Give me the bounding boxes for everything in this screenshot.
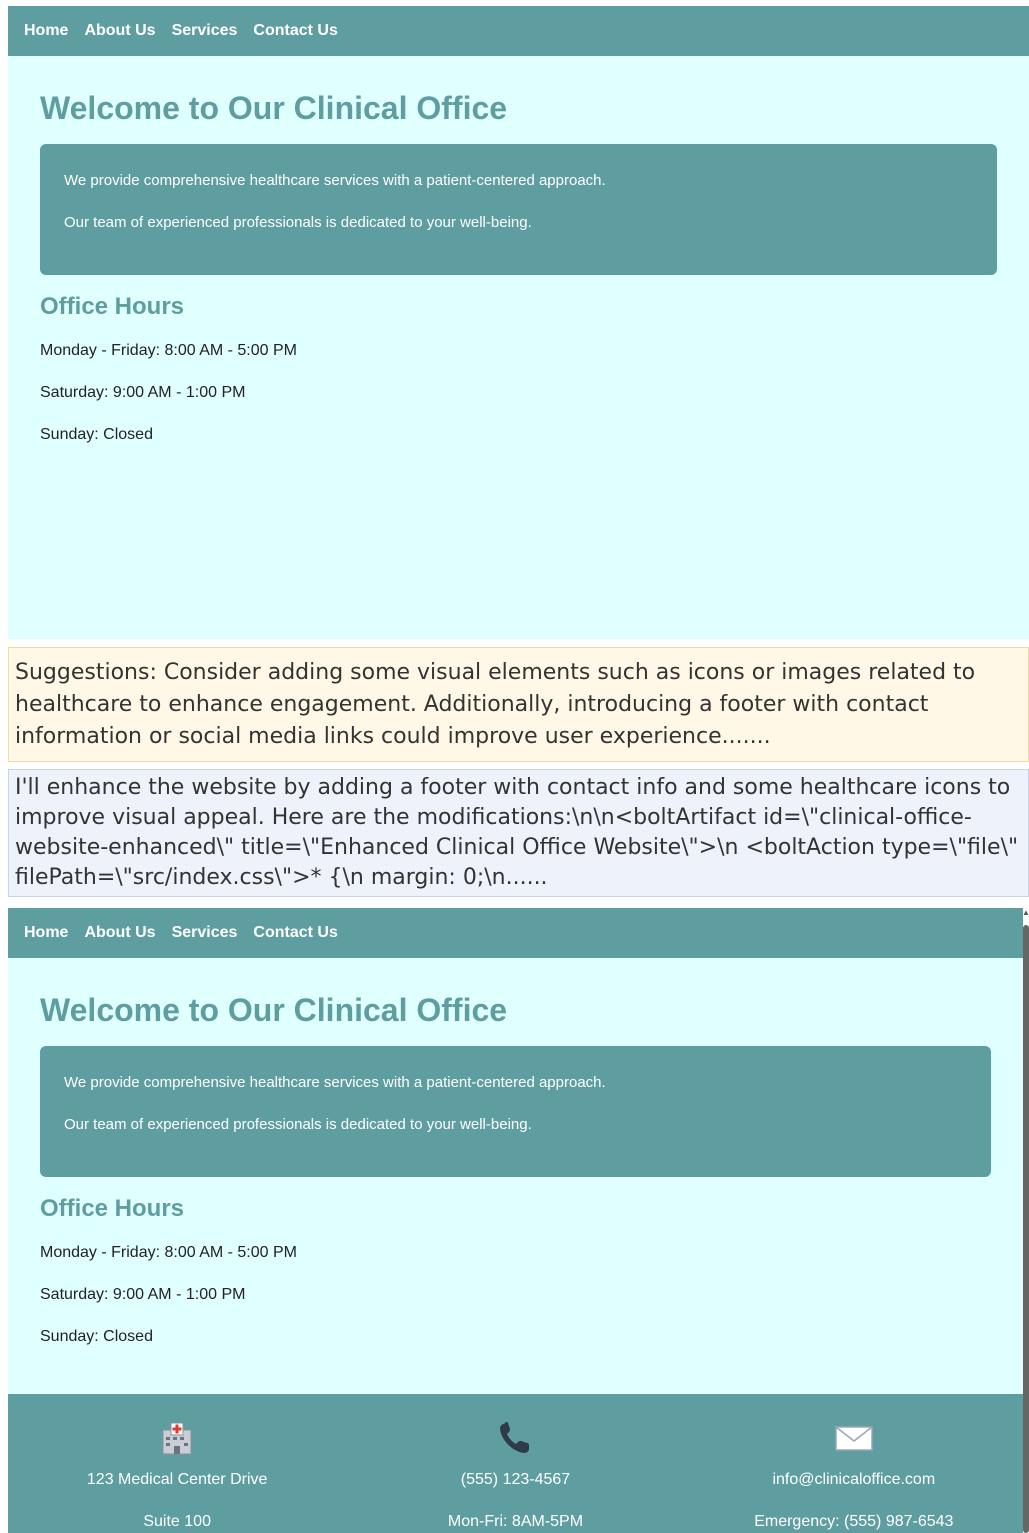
intro-text-1: We provide comprehensive healthcare serv…: [64, 1074, 606, 1091]
response-box: I'll enhance the website by adding a foo…: [8, 769, 1029, 897]
nav-about-link[interactable]: About Us: [84, 22, 155, 40]
office-hours-title: Office Hours: [40, 293, 185, 320]
footer-phone-number[interactable]: (555) 123-4567: [346, 1470, 684, 1490]
office-hours-title: Office Hours: [40, 1195, 185, 1222]
preview-original: Home About Us Services Contact Us Welcom…: [8, 6, 1029, 639]
site-footer: 123 Medical Center Drive Suite 100 (555)…: [8, 1394, 1023, 1533]
hours-weekday: Monday - Friday: 8:00 AM - 5:00 PM: [40, 342, 297, 359]
footer-address-column: 123 Medical Center Drive Suite 100: [8, 1394, 346, 1533]
scroll-up-arrow-icon[interactable]: ▲: [1022, 909, 1029, 917]
footer-emergency-line: Emergency: (555) 987-6543: [754, 1513, 954, 1530]
intro-card: We provide comprehensive healthcare serv…: [40, 1046, 991, 1177]
hours-weekday: Monday - Friday: 8:00 AM - 5:00 PM: [40, 1244, 297, 1261]
intro-card: We provide comprehensive healthcare serv…: [40, 144, 997, 275]
phone-icon: [346, 1420, 684, 1456]
footer-email-link[interactable]: info@clinicaloffice.com: [685, 1470, 1023, 1490]
nav-home-link[interactable]: Home: [24, 924, 68, 942]
footer-address-line1: 123 Medical Center Drive: [86, 1471, 268, 1488]
hours-saturday: Saturday: 9:00 AM - 1:00 PM: [40, 1286, 246, 1303]
intro-text-1: We provide comprehensive healthcare serv…: [64, 172, 606, 189]
hospital-icon: [8, 1420, 346, 1456]
top-nav: Home About Us Services Contact Us: [8, 6, 1029, 56]
main-content: Welcome to Our Clinical Office We provid…: [8, 992, 1023, 1347]
nav-contact-link[interactable]: Contact Us: [253, 22, 337, 40]
envelope-icon: [685, 1420, 1023, 1456]
page-title: Welcome to Our Clinical Office: [40, 992, 508, 1028]
nav-contact-link[interactable]: Contact Us: [253, 924, 337, 942]
footer-address-line2: Suite 100: [143, 1513, 211, 1530]
scrollbar-thumb[interactable]: [1023, 925, 1029, 1533]
suggestion-box: Suggestions: Consider adding some visual…: [8, 647, 1029, 762]
intro-text-2: Our team of experienced professionals is…: [64, 1116, 532, 1133]
intro-text-2: Our team of experienced professionals is…: [64, 214, 532, 231]
footer-email-column: info@clinicaloffice.com Emergency: (555)…: [685, 1394, 1023, 1533]
preview-enhanced: Home About Us Services Contact Us Welcom…: [8, 908, 1023, 1533]
nav-about-link[interactable]: About Us: [84, 924, 155, 942]
nav-home-link[interactable]: Home: [24, 22, 68, 40]
page-title: Welcome to Our Clinical Office: [40, 90, 508, 126]
hours-sunday: Sunday: Closed: [40, 426, 153, 443]
main-content: Welcome to Our Clinical Office We provid…: [8, 90, 1029, 445]
nav-services-link[interactable]: Services: [172, 22, 238, 40]
top-nav: Home About Us Services Contact Us: [8, 908, 1023, 958]
footer-phone-hours: Mon-Fri: 8AM-5PM: [447, 1513, 584, 1530]
nav-services-link[interactable]: Services: [172, 924, 238, 942]
hours-saturday: Saturday: 9:00 AM - 1:00 PM: [40, 384, 246, 401]
hours-sunday: Sunday: Closed: [40, 1328, 153, 1345]
footer-phone-column: (555) 123-4567 Mon-Fri: 8AM-5PM: [346, 1394, 684, 1533]
